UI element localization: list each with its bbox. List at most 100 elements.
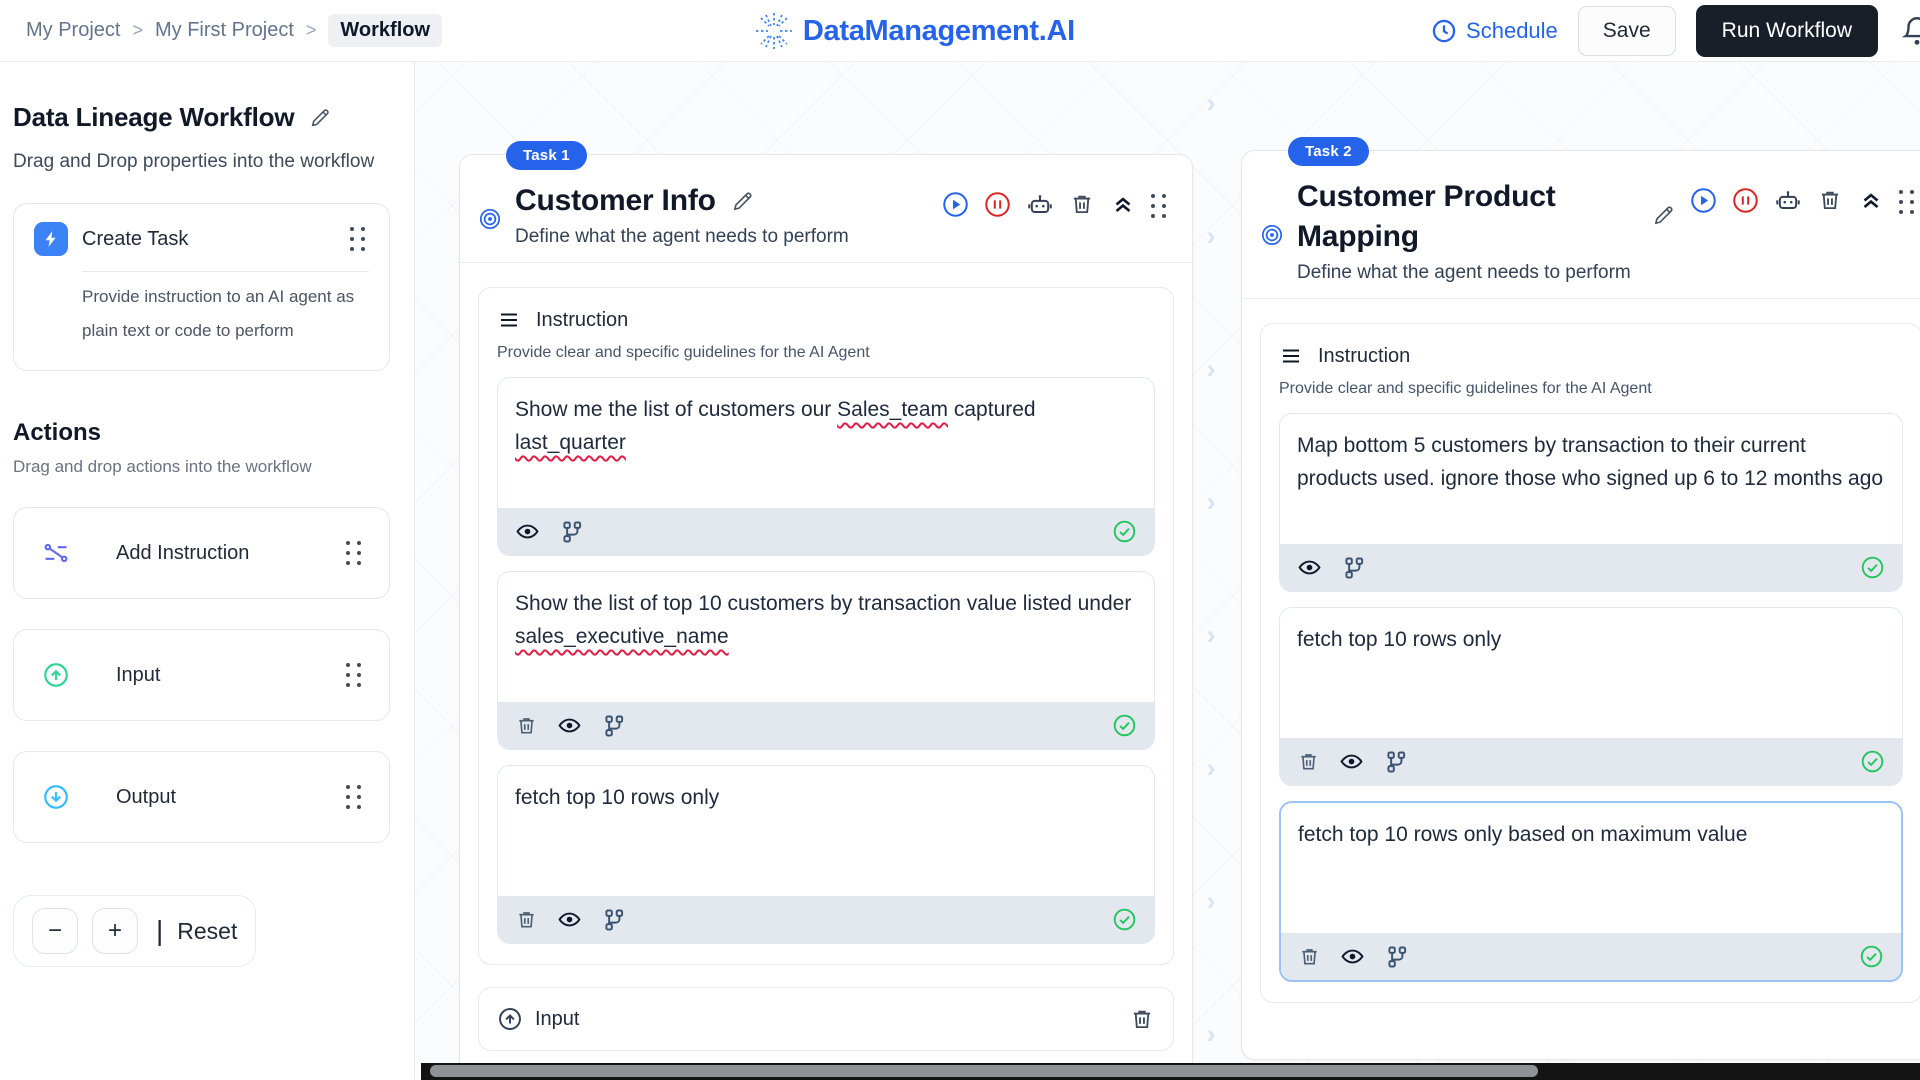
eye-icon[interactable] xyxy=(557,713,582,738)
collapse-task-chevrons-icon[interactable] xyxy=(1110,191,1136,217)
input-panel-title: Input xyxy=(535,1008,579,1031)
actions-subtitle: Drag and drop actions into the workflow xyxy=(13,457,390,477)
create-task-card[interactable]: Create Task Provide instruction to an AI… xyxy=(13,203,390,371)
instruction-toolbar xyxy=(498,896,1154,943)
delete-task-trash-icon[interactable] xyxy=(1069,191,1095,217)
eye-icon[interactable] xyxy=(557,907,582,932)
horizontal-scrollbar-thumb[interactable] xyxy=(430,1065,1538,1077)
delete-task-trash-icon[interactable] xyxy=(1817,187,1843,213)
drag-handle-icon[interactable] xyxy=(346,663,361,687)
action-output[interactable]: Output xyxy=(13,751,390,843)
breadcrumb-workflow-current[interactable]: Workflow xyxy=(328,14,442,47)
hamburger-icon[interactable] xyxy=(1279,344,1303,368)
instruction-card[interactable]: fetch top 10 rows only based on maximum … xyxy=(1279,801,1903,982)
action-add-instruction[interactable]: Add Instruction xyxy=(13,507,390,599)
instruction-toolbar xyxy=(1280,544,1902,591)
instruction-card[interactable]: fetch top 10 rows only xyxy=(497,765,1155,944)
trash-icon[interactable] xyxy=(515,714,538,737)
agent-robot-icon[interactable] xyxy=(1026,191,1054,219)
check-circle-icon xyxy=(1112,907,1137,932)
task-subtitle: Define what the agent needs to perform xyxy=(515,226,942,248)
task-title: Customer Product Mapping xyxy=(1297,177,1597,257)
drag-handle-icon[interactable] xyxy=(346,785,361,809)
run-workflow-button[interactable]: Run Workflow xyxy=(1696,5,1878,57)
input-panel: Input xyxy=(478,987,1174,1051)
workflow-canvas[interactable]: ›››› ›››› Task 1 Customer Info xyxy=(415,62,1920,1080)
delete-input-trash-icon[interactable] xyxy=(1129,1006,1155,1032)
properties-sidebar: Data Lineage Workflow Drag and Drop prop… xyxy=(0,62,415,1080)
app-logo: DataManagement.AI xyxy=(753,0,1075,62)
instruction-card[interactable]: Show the list of top 10 customers by tra… xyxy=(497,571,1155,750)
instruction-text-input[interactable]: fetch top 10 rows only based on maximum … xyxy=(1281,803,1901,933)
run-task-play-icon[interactable] xyxy=(1690,187,1717,214)
instruction-card[interactable]: Show me the list of customers our Sales_… xyxy=(497,377,1155,556)
top-bar: My Project > My First Project > Workflow… xyxy=(0,0,1920,62)
branch-icon[interactable] xyxy=(1383,749,1409,775)
logo-text: DataManagement.AI xyxy=(803,15,1075,48)
action-input[interactable]: Input xyxy=(13,629,390,721)
trash-icon[interactable] xyxy=(1297,750,1320,773)
instruction-text-input[interactable]: Show me the list of customers our Sales_… xyxy=(498,378,1154,508)
check-circle-icon xyxy=(1860,555,1885,580)
branch-icon[interactable] xyxy=(601,713,627,739)
task-card-customer-info[interactable]: Task 1 Customer Info xyxy=(459,154,1193,1080)
arrow-up-circle-icon xyxy=(497,1006,523,1032)
pause-task-icon[interactable] xyxy=(984,191,1011,218)
instruction-toolbar xyxy=(1281,933,1901,980)
branch-icon[interactable] xyxy=(559,519,585,545)
instruction-text-input[interactable]: Map bottom 5 customers by transaction to… xyxy=(1280,414,1902,544)
drag-handle-icon[interactable] xyxy=(1899,190,1914,214)
create-task-description: Provide instruction to an AI agent as pl… xyxy=(82,280,369,348)
drag-handle-icon[interactable] xyxy=(350,227,365,251)
instruction-text-input[interactable]: fetch top 10 rows only xyxy=(498,766,1154,896)
horizontal-scrollbar[interactable] xyxy=(421,1063,1920,1080)
clock-icon xyxy=(1431,18,1457,44)
zoom-separator: | xyxy=(152,915,163,947)
breadcrumb-my-first-project[interactable]: My First Project xyxy=(155,19,294,42)
breadcrumb: My Project > My First Project > Workflow xyxy=(26,14,442,47)
instruction-toolbar xyxy=(1280,738,1902,785)
breadcrumb-my-project[interactable]: My Project xyxy=(26,19,120,42)
task-card-customer-product-mapping[interactable]: Task 2 Customer Product Mapping Define w… xyxy=(1241,150,1920,1060)
starburst-logo-icon xyxy=(753,10,795,52)
instruction-text-input[interactable]: fetch top 10 rows only xyxy=(1280,608,1902,738)
hamburger-icon[interactable] xyxy=(497,308,521,332)
schedule-button[interactable]: Schedule xyxy=(1431,18,1558,44)
sidebar-subtitle: Drag and Drop properties into the workfl… xyxy=(13,147,390,177)
eye-icon[interactable] xyxy=(515,519,540,544)
collapse-task-chevrons-icon[interactable] xyxy=(1858,187,1884,213)
save-button[interactable]: Save xyxy=(1578,6,1676,56)
edit-title-pencil-icon[interactable] xyxy=(308,105,333,130)
trash-icon[interactable] xyxy=(515,908,538,931)
instruction-card[interactable]: Map bottom 5 customers by transaction to… xyxy=(1279,413,1903,592)
eye-icon[interactable] xyxy=(1340,944,1365,969)
eye-icon[interactable] xyxy=(1297,555,1322,580)
pause-task-icon[interactable] xyxy=(1732,187,1759,214)
eye-icon[interactable] xyxy=(1339,749,1364,774)
instruction-toolbar xyxy=(498,508,1154,555)
agent-robot-icon[interactable] xyxy=(1774,187,1802,215)
zoom-in-button[interactable]: + xyxy=(92,908,138,954)
drag-handle-icon[interactable] xyxy=(1151,194,1166,218)
edit-task-pencil-icon[interactable] xyxy=(730,188,756,214)
instruction-panel-title: Instruction xyxy=(1318,345,1410,368)
lightning-icon xyxy=(34,222,68,256)
run-task-play-icon[interactable] xyxy=(942,191,969,218)
trash-icon[interactable] xyxy=(1298,945,1321,968)
arrow-up-circle-icon xyxy=(42,661,70,689)
branch-icon[interactable] xyxy=(1341,555,1367,581)
zoom-out-button[interactable]: − xyxy=(32,908,78,954)
instruction-card[interactable]: fetch top 10 rows only xyxy=(1279,607,1903,786)
branch-icon[interactable] xyxy=(601,907,627,933)
task-subtitle: Define what the agent needs to perform xyxy=(1297,262,1649,284)
arrow-down-circle-icon xyxy=(42,783,70,811)
notification-bell-icon[interactable] xyxy=(1900,12,1920,50)
instruction-text-input[interactable]: Show the list of top 10 customers by tra… xyxy=(498,572,1154,702)
workflow-title: Data Lineage Workflow xyxy=(13,102,294,133)
drag-handle-icon[interactable] xyxy=(346,541,361,565)
zoom-reset-button[interactable]: Reset xyxy=(177,918,237,945)
shuffle-icon xyxy=(42,539,70,567)
branch-icon[interactable] xyxy=(1384,944,1410,970)
instruction-panel-subtitle: Provide clear and specific guidelines fo… xyxy=(1279,380,1903,398)
edit-task-pencil-icon[interactable] xyxy=(1651,202,1677,228)
